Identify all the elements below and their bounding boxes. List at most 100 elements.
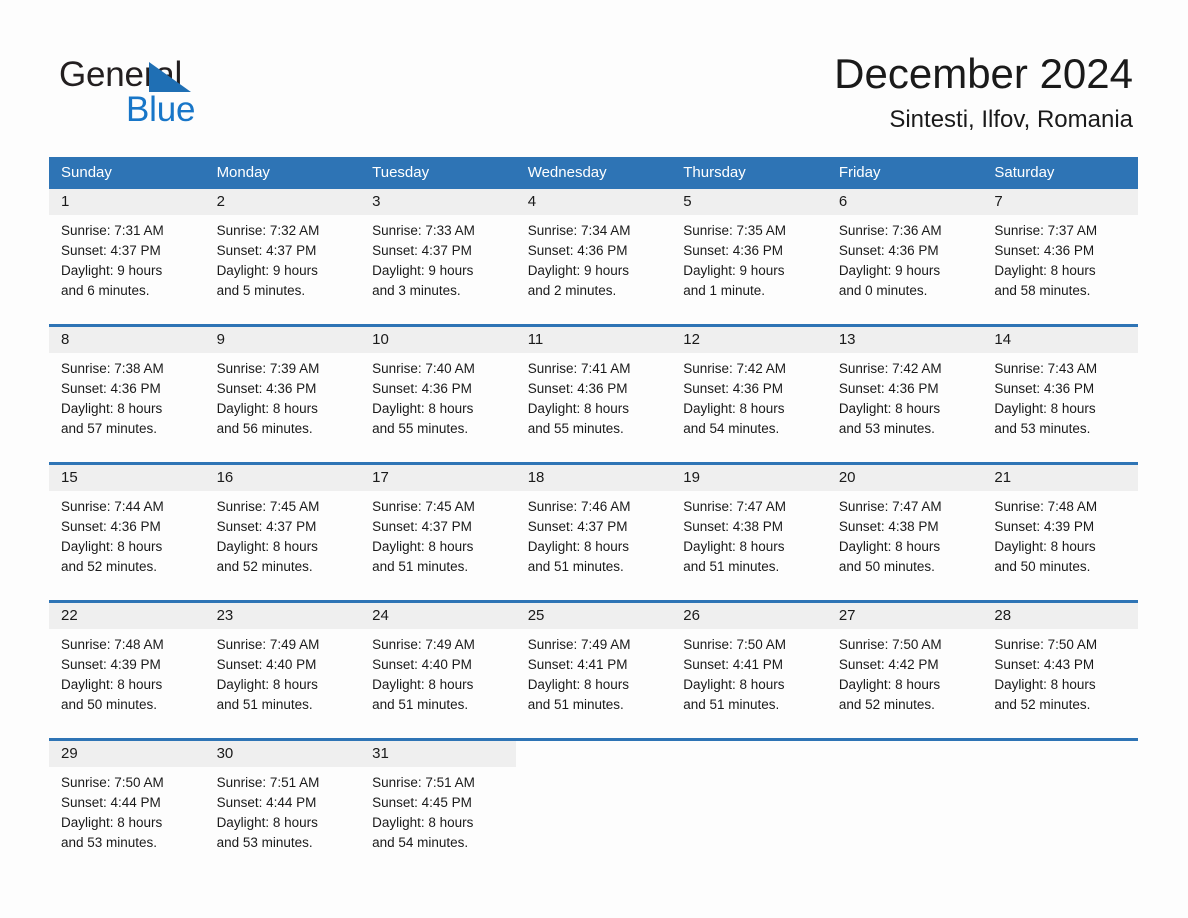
logo-blue-text: Blue bbox=[126, 90, 196, 129]
day-info: Sunrise: 7:34 AM Sunset: 4:36 PM Daylight:… bbox=[516, 215, 672, 301]
day-daylight1-text: Daylight: 8 hours bbox=[994, 263, 1096, 278]
day-info: Sunrise: 7:39 AM Sunset: 4:36 PM Daylight:… bbox=[205, 353, 361, 439]
day-daylight1-text: Daylight: 8 hours bbox=[994, 539, 1096, 554]
calendar-grid: Sunday Monday Tuesday Wednesday Thursday Frid… bbox=[49, 157, 1138, 869]
day-info: Sunrise: 7:48 AM Sunset: 4:39 PM Daylight:… bbox=[49, 629, 205, 715]
calendar-week-row: 29 Sunrise: 7:50 AM Sunset: 4:44 PM Dayligh… bbox=[49, 738, 1138, 869]
day-sunset-text: Sunset: 4:36 PM bbox=[216, 381, 317, 396]
day-cell-31[interactable]: 31 Sunrise: 7:51 AM Sunset: 4:45 PM Dayligh… bbox=[360, 741, 516, 869]
day-info: Sunrise: 7:45 AM Sunset: 4:37 PM Daylight:… bbox=[205, 491, 361, 577]
day-sunset-text: Sunset: 4:36 PM bbox=[61, 381, 161, 396]
day-number-band bbox=[671, 741, 827, 767]
day-cell-21[interactable]: 21 Sunrise: 7:48 AM Sunset: 4:39 PM Dayligh… bbox=[982, 465, 1138, 593]
day-cell-26[interactable]: 26 Sunrise: 7:50 AM Sunset: 4:41 PM Dayligh… bbox=[671, 603, 827, 731]
day-daylight1-text: Daylight: 8 hours bbox=[838, 677, 941, 692]
day-daylight2-text: and 1 minute. bbox=[683, 283, 766, 298]
day-cell-22[interactable]: 22 Sunrise: 7:48 AM Sunset: 4:39 PM Dayligh… bbox=[49, 603, 205, 731]
day-cell-5[interactable]: 5 Sunrise: 7:35 AM Sunset: 4:36 PM Daylight… bbox=[671, 189, 827, 317]
day-cell-18[interactable]: 18 Sunrise: 7:46 AM Sunset: 4:37 PM Dayligh… bbox=[515, 465, 672, 593]
day-sunrise-text: Sunrise: 7:42 AM bbox=[838, 361, 942, 376]
day-daylight1-text: Daylight: 8 hours bbox=[216, 539, 318, 554]
day-cell-11[interactable]: 11 Sunrise: 7:41 AM Sunset: 4:36 PM Dayligh… bbox=[515, 327, 672, 455]
weekday-header-monday: Monday bbox=[216, 164, 270, 181]
day-cell-1[interactable]: 1 Sunrise: 7:31 AM Sunset: 4:37 PM Daylight… bbox=[49, 189, 205, 317]
weekday-header-tuesday: Tuesday bbox=[372, 164, 430, 181]
day-number: 3 bbox=[360, 189, 516, 215]
day-daylight2-text: and 52 minutes. bbox=[838, 697, 935, 712]
day-sunrise-text: Sunrise: 7:33 AM bbox=[372, 223, 475, 238]
day-cell-29[interactable]: 29 Sunrise: 7:50 AM Sunset: 4:44 PM Dayligh… bbox=[49, 741, 205, 869]
day-daylight1-text: Daylight: 9 hours bbox=[527, 263, 629, 278]
day-cell-2[interactable]: 2 Sunrise: 7:32 AM Sunset: 4:37 PM Daylight… bbox=[204, 189, 361, 317]
day-cell-27[interactable]: 27 Sunrise: 7:50 AM Sunset: 4:42 PM Dayligh… bbox=[826, 603, 983, 731]
day-sunset-text: Sunset: 4:38 PM bbox=[838, 519, 939, 534]
day-sunrise-text: Sunrise: 7:50 AM bbox=[994, 637, 1098, 652]
day-daylight1-text: Daylight: 8 hours bbox=[838, 401, 941, 416]
day-sunrise-text: Sunrise: 7:42 AM bbox=[683, 361, 787, 376]
logo-triangle-icon bbox=[149, 62, 191, 92]
day-cell-28[interactable]: 28 Sunrise: 7:50 AM Sunset: 4:43 PM Dayligh… bbox=[982, 603, 1138, 731]
day-cell-16[interactable]: 16 Sunrise: 7:45 AM Sunset: 4:37 PM Dayligh… bbox=[204, 465, 361, 593]
day-info: Sunrise: 7:41 AM Sunset: 4:36 PM Daylight:… bbox=[516, 353, 672, 439]
day-sunrise-text: Sunrise: 7:45 AM bbox=[216, 499, 320, 514]
day-cell-8[interactable]: 8 Sunrise: 7:38 AM Sunset: 4:36 PM Daylight… bbox=[49, 327, 205, 455]
day-number: 2 bbox=[204, 189, 361, 215]
day-daylight2-text: and 58 minutes. bbox=[994, 283, 1091, 298]
day-number: 10 bbox=[360, 327, 516, 353]
location-subtitle: Sintesti, Ilfov, Romania bbox=[889, 106, 1133, 133]
day-sunset-text: Sunset: 4:40 PM bbox=[372, 657, 472, 672]
day-number: 31 bbox=[360, 741, 516, 767]
day-info: Sunrise: 7:44 AM Sunset: 4:36 PM Daylight:… bbox=[49, 491, 205, 577]
day-cell-24[interactable]: 24 Sunrise: 7:49 AM Sunset: 4:40 PM Dayligh… bbox=[360, 603, 516, 731]
day-daylight1-text: Daylight: 8 hours bbox=[61, 815, 163, 830]
day-cell-13[interactable]: 13 Sunrise: 7:42 AM Sunset: 4:36 PM Dayligh… bbox=[826, 327, 983, 455]
day-cell-9[interactable]: 9 Sunrise: 7:39 AM Sunset: 4:36 PM Daylight… bbox=[204, 327, 361, 455]
day-info: Sunrise: 7:32 AM Sunset: 4:37 PM Daylight:… bbox=[205, 215, 361, 301]
day-number: 1 bbox=[49, 189, 205, 215]
day-info: Sunrise: 7:40 AM Sunset: 4:36 PM Daylight:… bbox=[360, 353, 516, 439]
day-cell-14[interactable]: 14 Sunrise: 7:43 AM Sunset: 4:36 PM Dayligh… bbox=[982, 327, 1138, 455]
day-sunrise-text: Sunrise: 7:31 AM bbox=[61, 223, 164, 238]
day-cell-7[interactable]: 7 Sunrise: 7:37 AM Sunset: 4:36 PM Daylight… bbox=[982, 189, 1138, 317]
calendar-week-row: 15 Sunrise: 7:44 AM Sunset: 4:36 PM Dayligh… bbox=[49, 462, 1138, 593]
day-cell-19[interactable]: 19 Sunrise: 7:47 AM Sunset: 4:38 PM Dayligh… bbox=[671, 465, 827, 593]
day-daylight2-text: and 51 minutes. bbox=[216, 697, 313, 712]
day-daylight1-text: Daylight: 8 hours bbox=[994, 401, 1096, 416]
day-sunrise-text: Sunrise: 7:40 AM bbox=[372, 361, 475, 376]
day-number: 21 bbox=[982, 465, 1138, 491]
day-sunrise-text: Sunrise: 7:41 AM bbox=[527, 361, 631, 376]
day-cell-15[interactable]: 15 Sunrise: 7:44 AM Sunset: 4:36 PM Dayligh… bbox=[49, 465, 205, 593]
day-cell-3[interactable]: 3 Sunrise: 7:33 AM Sunset: 4:37 PM Daylight… bbox=[360, 189, 516, 317]
weekday-header-sunday: Sunday bbox=[61, 164, 112, 181]
day-sunset-text: Sunset: 4:44 PM bbox=[216, 795, 317, 810]
day-sunset-text: Sunset: 4:36 PM bbox=[372, 381, 472, 396]
day-cell-12[interactable]: 12 Sunrise: 7:42 AM Sunset: 4:36 PM Dayligh… bbox=[671, 327, 827, 455]
day-info: Sunrise: 7:48 AM Sunset: 4:39 PM Daylight:… bbox=[982, 491, 1138, 577]
day-cell-20[interactable]: 20 Sunrise: 7:47 AM Sunset: 4:38 PM Dayligh… bbox=[826, 465, 983, 593]
day-sunset-text: Sunset: 4:36 PM bbox=[838, 381, 939, 396]
day-number-band bbox=[516, 741, 672, 767]
day-sunset-text: Sunset: 4:39 PM bbox=[994, 519, 1095, 534]
day-daylight1-text: Daylight: 8 hours bbox=[527, 539, 629, 554]
day-daylight1-text: Daylight: 8 hours bbox=[994, 677, 1096, 692]
day-cell-17[interactable]: 17 Sunrise: 7:45 AM Sunset: 4:37 PM Dayligh… bbox=[360, 465, 516, 593]
day-info: Sunrise: 7:50 AM Sunset: 4:43 PM Daylight:… bbox=[982, 629, 1138, 715]
day-sunset-text: Sunset: 4:36 PM bbox=[994, 243, 1095, 258]
day-number: 27 bbox=[826, 603, 983, 629]
day-daylight1-text: Daylight: 9 hours bbox=[683, 263, 785, 278]
day-cell-23[interactable]: 23 Sunrise: 7:49 AM Sunset: 4:40 PM Dayligh… bbox=[204, 603, 361, 731]
day-cell-4[interactable]: 4 Sunrise: 7:34 AM Sunset: 4:36 PM Daylight… bbox=[515, 189, 672, 317]
day-cell-6[interactable]: 6 Sunrise: 7:36 AM Sunset: 4:36 PM Daylight… bbox=[826, 189, 983, 317]
day-sunrise-text: Sunrise: 7:47 AM bbox=[838, 499, 942, 514]
day-cell-30[interactable]: 30 Sunrise: 7:51 AM Sunset: 4:44 PM Dayligh… bbox=[204, 741, 361, 869]
page-title: December 2024 bbox=[834, 50, 1133, 97]
day-number: 29 bbox=[49, 741, 205, 767]
calendar-week-row: 22 Sunrise: 7:48 AM Sunset: 4:39 PM Dayligh… bbox=[49, 600, 1138, 731]
day-number: 22 bbox=[49, 603, 205, 629]
day-sunrise-text: Sunrise: 7:50 AM bbox=[683, 637, 787, 652]
day-cell-10[interactable]: 10 Sunrise: 7:40 AM Sunset: 4:36 PM Dayligh… bbox=[360, 327, 516, 455]
day-cell-25[interactable]: 25 Sunrise: 7:49 AM Sunset: 4:41 PM Dayligh… bbox=[515, 603, 672, 731]
day-sunrise-text: Sunrise: 7:48 AM bbox=[61, 637, 164, 652]
calendar-week-row: 8 Sunrise: 7:38 AM Sunset: 4:36 PM Daylight… bbox=[49, 324, 1138, 455]
day-daylight1-text: Daylight: 8 hours bbox=[683, 677, 785, 692]
